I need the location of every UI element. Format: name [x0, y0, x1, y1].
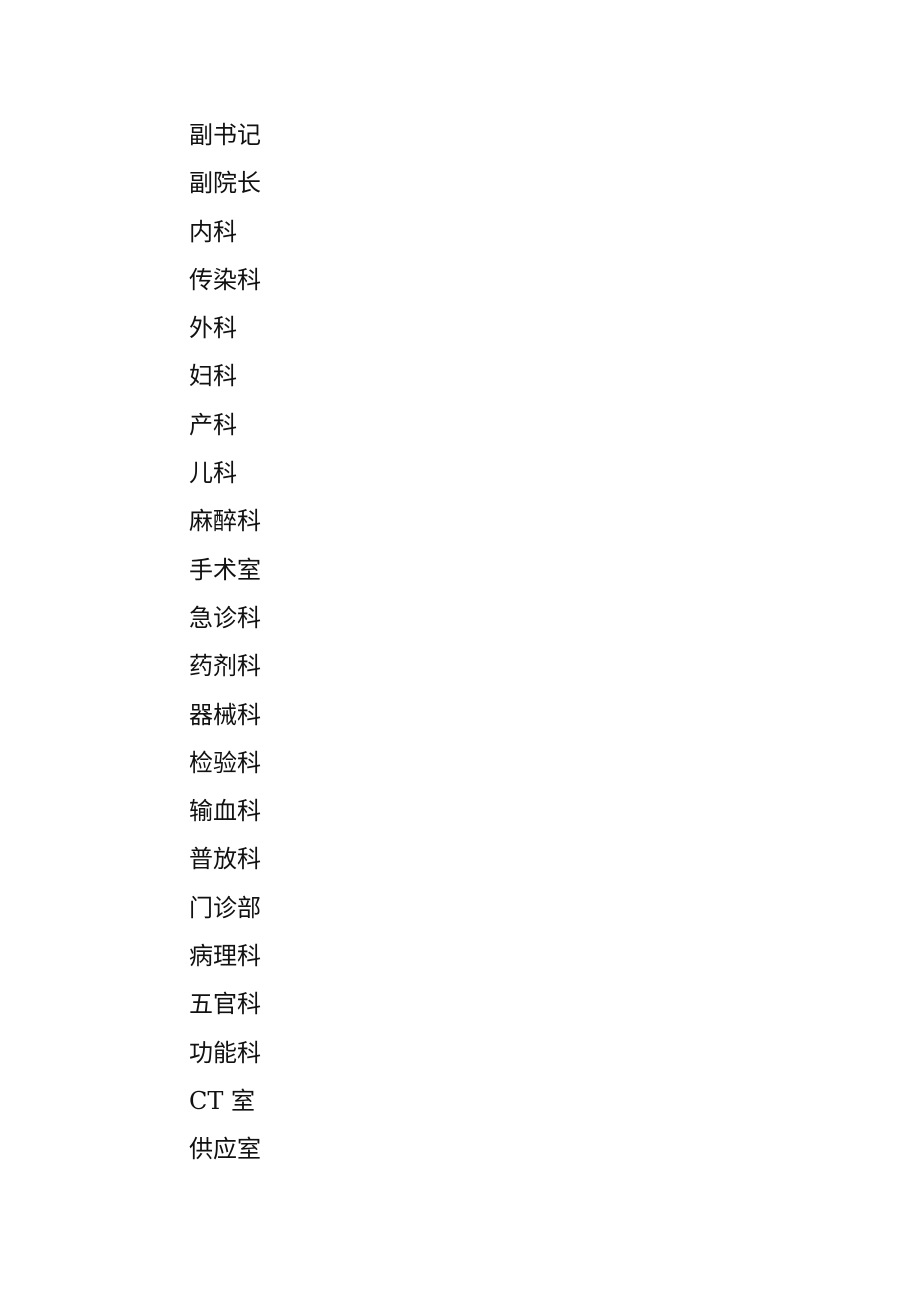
list-item: 供应室 [189, 1135, 261, 1164]
list-item: 儿科 [189, 459, 237, 488]
list-item: 外科 [189, 314, 237, 343]
list-item: 传染科 [189, 265, 261, 294]
list-item: 输血科 [189, 797, 261, 826]
list-item: 麻醉科 [189, 507, 261, 536]
list-item: CT 室 [189, 1086, 255, 1115]
list-item: 门诊部 [189, 893, 261, 922]
list-item: 器械科 [189, 700, 261, 729]
list-item: 普放科 [189, 845, 261, 874]
list-item: 产科 [189, 410, 237, 439]
department-list: 副书记 副院长 内科 传染科 外科 妇科 产科 儿科 麻醉科 手术室 急诊科 药… [189, 117, 261, 1180]
document-page: 副书记 副院长 内科 传染科 外科 妇科 产科 儿科 麻醉科 手术室 急诊科 药… [0, 0, 920, 1302]
list-item: 五官科 [189, 990, 261, 1019]
list-item: 功能科 [189, 1038, 261, 1067]
list-item: 病理科 [189, 942, 261, 971]
list-item: 检验科 [189, 748, 261, 777]
list-item: 内科 [189, 217, 237, 246]
list-item: 药剂科 [189, 652, 261, 681]
list-item: 妇科 [189, 362, 237, 391]
list-item: 手术室 [189, 555, 261, 584]
list-item: 急诊科 [189, 603, 261, 632]
list-item: 副院长 [189, 169, 261, 198]
list-item: 副书记 [189, 121, 261, 149]
